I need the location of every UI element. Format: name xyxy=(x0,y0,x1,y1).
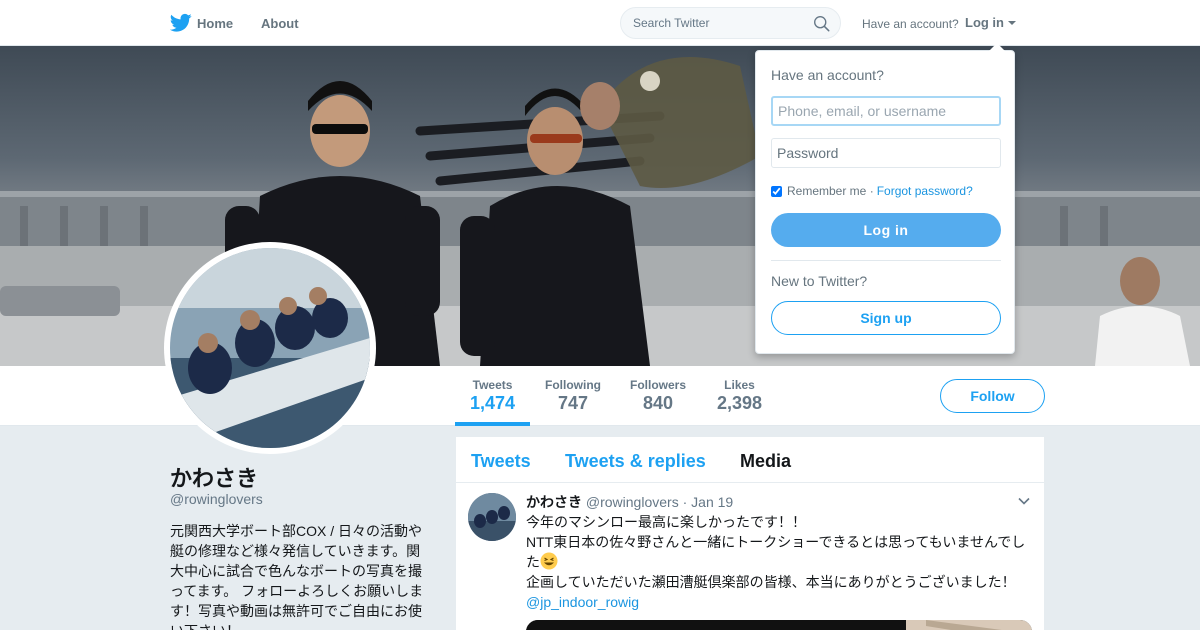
follow-button[interactable]: Follow xyxy=(940,379,1045,413)
dropdown-arrow xyxy=(989,43,1005,51)
password-field[interactable] xyxy=(771,138,1001,168)
stat-label: Following xyxy=(545,378,601,392)
signup-button[interactable]: Sign up xyxy=(771,301,1001,335)
login-dropdown: Have an account? Remember me · Forgot pa… xyxy=(755,43,1015,354)
stat-followers[interactable]: Followers 840 xyxy=(630,378,686,414)
tweet-line-with-emoji: NTT東日本の佐々野さんと一緒にトークショーできるとは思ってもいませんでした xyxy=(526,532,1032,572)
stat-value: 747 xyxy=(557,393,589,413)
tweet-mention-link[interactable]: @jp_indoor_rowig xyxy=(526,592,1032,612)
search-input[interactable]: Search Twitter xyxy=(620,7,841,39)
tweet-text: 今年のマシンロー最高に楽しかったです！！ NTT東日本の佐々野さんと一緒にトーク… xyxy=(526,512,1032,612)
caret-down-icon[interactable] xyxy=(1008,21,1016,25)
tweet[interactable]: かわさき @rowinglovers · Jan 19 今年のマシンロー最高に楽… xyxy=(456,483,1044,630)
stat-label: Followers xyxy=(630,378,687,392)
stat-value: 2,398 xyxy=(717,393,763,413)
tweet-avatar[interactable] xyxy=(468,493,516,541)
tab-tweets[interactable]: Tweets xyxy=(471,451,531,472)
new-to-twitter-label: New to Twitter? xyxy=(771,273,868,289)
tweet-line: NTT東日本の佐々野さんと一緒にトークショーできるとは思ってもいませんでした xyxy=(526,534,1026,570)
stat-label: Tweets xyxy=(472,378,513,392)
search-icon[interactable] xyxy=(813,15,830,32)
nav-home-link[interactable]: Home xyxy=(197,16,233,31)
timeline-tabs: Tweets Tweets & replies Media xyxy=(456,437,1044,483)
tweet-separator: · xyxy=(682,494,688,510)
username-field[interactable] xyxy=(771,96,1001,126)
tweet-media[interactable] xyxy=(526,620,1032,630)
top-navigation: Home About Search Twitter Have an accoun… xyxy=(0,0,1200,46)
separator-dot: · xyxy=(866,184,874,198)
tweet-date[interactable]: Jan 19 xyxy=(691,494,733,510)
remember-me-label[interactable]: Remember me xyxy=(787,184,866,198)
stat-label: Likes xyxy=(724,378,755,392)
forgot-password-link[interactable]: Forgot password? xyxy=(877,184,973,198)
avatar-photo xyxy=(170,248,370,448)
stat-following[interactable]: Following 747 xyxy=(545,378,601,414)
divider xyxy=(771,260,1001,261)
profile-handle[interactable]: @rowinglovers xyxy=(170,491,263,507)
tweet-author-name[interactable]: かわさき xyxy=(526,494,582,510)
profile-name[interactable]: かわさき xyxy=(170,461,258,493)
tweet-line: 今年のマシンロー最高に楽しかったです！！ xyxy=(526,514,806,530)
active-stat-indicator xyxy=(455,422,530,426)
nav-about-link[interactable]: About xyxy=(261,16,299,31)
remember-me-checkbox[interactable] xyxy=(771,185,782,197)
have-account-label: Have an account? xyxy=(862,17,959,31)
profile-bio: 元関西大学ボート部COX / 日々の活動や艇の修理など様々発信していきます。関大… xyxy=(170,523,424,630)
tweet-line: 企画していただいた瀬田漕艇倶楽部の皆様、本当にありがとうございました！ xyxy=(526,574,1016,590)
grinning-squinting-emoji-icon xyxy=(540,552,558,570)
tweet-author-handle[interactable]: @rowinglovers xyxy=(586,494,679,510)
timeline: Tweets Tweets & replies Media かわさき @rowi… xyxy=(456,437,1044,630)
avatar[interactable] xyxy=(164,242,376,454)
chevron-down-icon[interactable] xyxy=(1018,495,1030,507)
tab-media[interactable]: Media xyxy=(740,451,791,472)
twitter-bird-icon[interactable] xyxy=(170,13,192,33)
search-placeholder: Search Twitter xyxy=(633,16,710,30)
stat-value: 840 xyxy=(642,393,674,413)
tweet-header: かわさき @rowinglovers · Jan 19 xyxy=(526,492,733,512)
dropdown-title: Have an account? xyxy=(771,67,884,83)
login-dropdown-toggle[interactable]: Log in xyxy=(965,15,1004,30)
stat-tweets[interactable]: Tweets 1,474 xyxy=(470,378,515,414)
stat-likes[interactable]: Likes 2,398 xyxy=(717,378,762,414)
stat-value: 1,474 xyxy=(470,393,516,413)
tab-tweets-replies[interactable]: Tweets & replies xyxy=(565,451,706,472)
remember-me-row: Remember me · Forgot password? xyxy=(771,184,973,198)
login-button[interactable]: Log in xyxy=(771,213,1001,247)
